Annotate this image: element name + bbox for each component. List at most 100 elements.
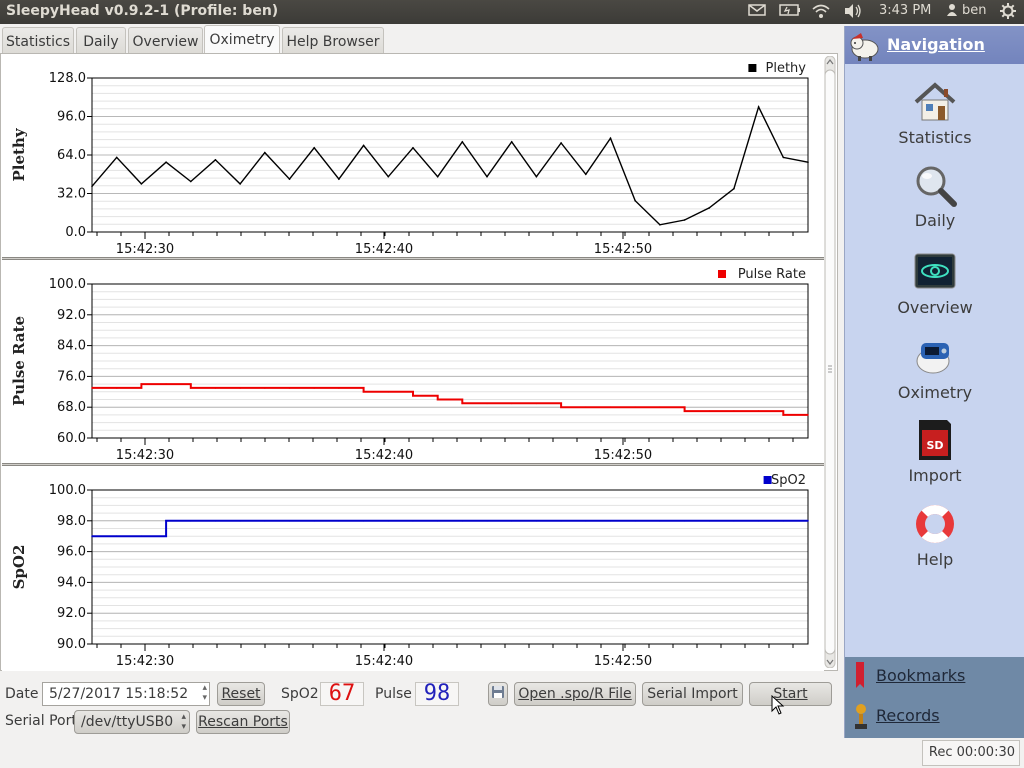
navigation-header[interactable]: Navigation (845, 26, 1024, 64)
start-button[interactable]: Start (749, 682, 832, 706)
data-point (733, 520, 735, 522)
data-point (115, 535, 118, 537)
x-tick-label: 15:42:40 (355, 448, 413, 463)
wifi-icon[interactable] (811, 3, 831, 23)
data-point (189, 520, 192, 522)
data-point (412, 520, 414, 522)
y-tick-label: 60.0 (57, 431, 86, 446)
graph-splitter[interactable] (2, 257, 824, 260)
nav-item-oximetry[interactable]: Oximetry (845, 335, 1024, 405)
data-point (584, 173, 587, 176)
data-point (782, 414, 785, 416)
pulse-rate-graph[interactable]: 100.0 92.0 84.0 76.0 68.0 60.0 15:42:30 15:42:4… (2, 262, 824, 465)
system-top-bar: SleepyHead v0.9.2-1 (Profile: ben) 3:43 … (0, 0, 1024, 24)
spin-arrows-icon[interactable]: ▴ ▾ (202, 683, 207, 703)
save-button[interactable] (488, 682, 508, 706)
data-point (165, 161, 167, 164)
spo2-graph[interactable]: 100.0 98.0 96.0 94.0 92.0 90.0 15:42:30 15:42:4… (2, 468, 824, 671)
data-point (436, 520, 439, 522)
serial-import-label: Serial Import (647, 686, 738, 702)
open-spo-file-label: Open .spo/R File (518, 686, 632, 702)
data-point (560, 142, 562, 144)
bookmarks-records-panel: Bookmarks Records (845, 657, 1024, 738)
data-point (659, 406, 661, 408)
data-point (436, 398, 439, 401)
x-tick-label: 15:42:50 (594, 448, 652, 463)
data-point (510, 402, 513, 405)
data-point (214, 520, 217, 522)
reset-button[interactable]: Reset (217, 682, 265, 706)
tab-help-browser[interactable]: Help Browser (282, 27, 384, 55)
reset-button-label: Reset (221, 686, 261, 702)
user-icon[interactable] (946, 3, 958, 21)
tab-oximetry[interactable]: Oximetry (204, 25, 280, 55)
nav-item-daily[interactable]: Daily (845, 163, 1024, 233)
eye-icon (914, 253, 956, 289)
data-point (387, 175, 390, 178)
window-title: SleepyHead v0.9.2-1 (Profile: ben) (6, 3, 279, 19)
data-point (338, 387, 340, 389)
mail-icon[interactable] (748, 3, 766, 21)
data-point (683, 410, 686, 412)
x-tick-label: 15:42:40 (355, 242, 413, 257)
battery-icon[interactable] (779, 3, 801, 21)
data-point (609, 406, 612, 408)
oximeter-icon (916, 343, 950, 374)
data-point (609, 520, 612, 522)
serial-port-label: Serial Port (5, 713, 77, 729)
records-link[interactable]: Records (876, 706, 940, 725)
data-point (807, 414, 809, 416)
data-point (189, 180, 192, 183)
graph-area: 128.0 96.0 64.0 32.0 0.0 15:42:30 15:42:40 15:4… (0, 53, 838, 671)
y-axis-label: Plethy (10, 127, 28, 181)
y-axis-label: SpO2 (10, 545, 28, 590)
serial-port-select[interactable]: /dev/ttyUSB0 ▴ ▾ (74, 710, 190, 734)
nav-label: Oximetry (897, 383, 973, 402)
data-point (313, 520, 316, 522)
data-point (264, 151, 266, 154)
user-name[interactable]: ben (962, 3, 987, 18)
navigation-panel: Navigation Statistics Daily Overview Oxi… (844, 26, 1024, 738)
rescan-ports-button[interactable]: Rescan Ports (196, 710, 290, 734)
legend-label: Plethy (766, 61, 807, 76)
data-point (486, 402, 488, 405)
y-tick-label: 32.0 (57, 187, 86, 202)
bookmarks-link[interactable]: Bookmarks (876, 666, 965, 685)
y-tick-label: 96.0 (57, 110, 86, 125)
data-point (387, 520, 390, 522)
gear-icon[interactable] (999, 2, 1017, 24)
data-point (461, 140, 464, 143)
nav-item-overview[interactable]: Overview (845, 250, 1024, 320)
data-point (535, 520, 538, 522)
graph-splitter[interactable] (2, 463, 824, 466)
data-point (683, 219, 686, 221)
y-tick-label: 92.0 (57, 606, 86, 621)
open-spo-file-button[interactable]: Open .spo/R File (514, 682, 636, 706)
data-point (733, 410, 735, 412)
data-point (634, 520, 636, 522)
nav-label: Daily (914, 211, 956, 230)
data-point (560, 406, 562, 408)
nav-item-statistics[interactable]: Statistics (845, 80, 1024, 150)
data-point (634, 199, 636, 202)
tab-statistics[interactable]: Statistics (2, 27, 74, 55)
x-tick-label: 15:42:40 (355, 654, 413, 669)
plethy-graph[interactable]: 128.0 96.0 64.0 32.0 0.0 15:42:30 15:42:40 15:4… (2, 56, 824, 259)
data-point (708, 207, 711, 209)
y-tick-label: 84.0 (57, 339, 86, 354)
data-point (288, 178, 291, 180)
nav-item-import[interactable]: SD Import (845, 418, 1024, 488)
pulse-display: 98 (415, 682, 459, 706)
tab-overview[interactable]: Overview (128, 27, 203, 55)
nav-item-help[interactable]: Help (845, 502, 1024, 572)
clock[interactable]: 3:43 PM (879, 3, 931, 18)
data-point (708, 410, 711, 412)
volume-icon[interactable] (843, 3, 863, 23)
y-tick-label: 96.0 (57, 545, 86, 560)
serial-import-button[interactable]: Serial Import (642, 682, 743, 706)
date-field[interactable]: 5/27/2017 15:18:52 ▴ ▾ (42, 682, 210, 706)
data-point (757, 106, 760, 108)
vertical-scrollbar[interactable] (823, 55, 837, 669)
tab-daily[interactable]: Daily (76, 27, 126, 55)
legend-swatch (748, 64, 757, 72)
